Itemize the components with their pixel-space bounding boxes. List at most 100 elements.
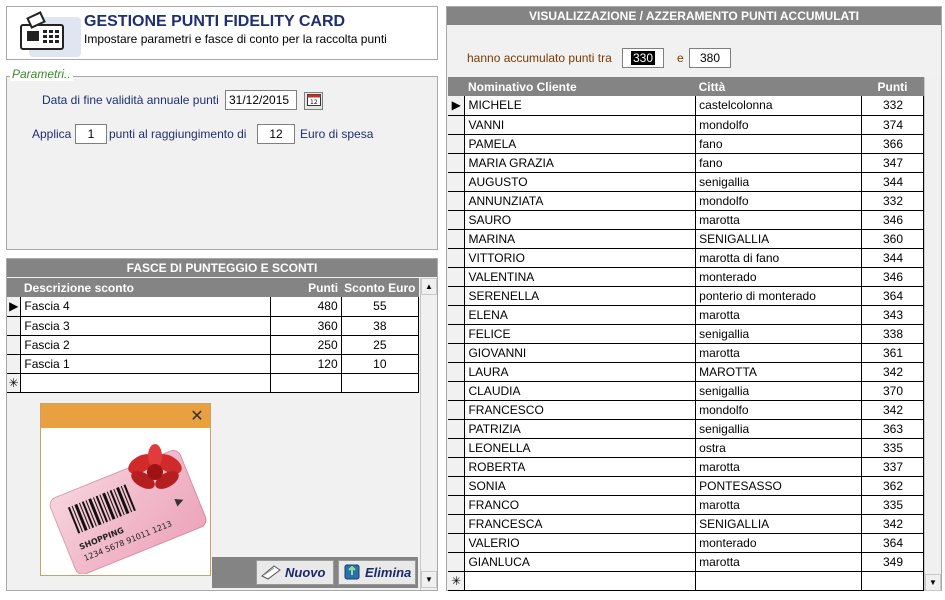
row-selector[interactable] xyxy=(448,324,466,344)
cliente-name-cell[interactable]: ROBERTA xyxy=(464,457,697,477)
table-row[interactable]: VALENTINA monterado 346 xyxy=(448,267,924,287)
cliente-citta-cell[interactable]: fano xyxy=(695,153,863,173)
cliente-punti-cell[interactable]: 332 xyxy=(861,191,924,211)
cliente-name-cell[interactable]: ANNUNZIATA xyxy=(464,191,697,211)
cliente-punti-cell[interactable]: 364 xyxy=(861,533,924,553)
cliente-punti-cell[interactable]: 363 xyxy=(861,419,924,439)
cliente-name-cell[interactable]: VANNI xyxy=(464,115,697,135)
new-desc-cell[interactable] xyxy=(20,373,271,393)
cliente-citta-cell[interactable]: PONTESASSO xyxy=(695,476,863,496)
cliente-punti-cell[interactable]: 362 xyxy=(861,476,924,496)
col-header-citta[interactable]: Città xyxy=(695,77,862,96)
cliente-name-cell[interactable]: MICHELE xyxy=(464,96,697,116)
range-from-field[interactable]: 330 xyxy=(622,48,664,68)
cliente-punti-cell[interactable]: 374 xyxy=(861,115,924,135)
col-header-punti[interactable]: Punti xyxy=(270,278,342,297)
cliente-punti-cell[interactable]: 337 xyxy=(861,457,924,477)
cliente-citta-cell[interactable]: marotta xyxy=(695,210,863,230)
row-selector[interactable] xyxy=(448,229,466,249)
fascia-punti-cell[interactable]: 360 xyxy=(270,316,342,336)
new-punti-cell[interactable] xyxy=(270,373,342,393)
cliente-punti-cell[interactable]: 343 xyxy=(861,305,924,325)
table-row[interactable]: SERENELLA ponterio di monterado 364 xyxy=(448,286,924,306)
table-row[interactable]: ▶ Fascia 4 480 55 xyxy=(7,297,420,317)
table-row[interactable]: PAMELA fano 366 xyxy=(448,134,924,154)
row-selector[interactable] xyxy=(448,115,466,135)
table-row[interactable]: LAURA MAROTTA 342 xyxy=(448,362,924,382)
table-row[interactable]: SONIA PONTESASSO 362 xyxy=(448,476,924,496)
row-selector[interactable] xyxy=(7,354,22,374)
elimina-button[interactable]: Elimina xyxy=(338,560,416,585)
cliente-citta-cell[interactable]: marotta di fano xyxy=(695,248,863,268)
cliente-citta-cell[interactable]: castelcolonna xyxy=(695,96,863,116)
row-selector[interactable] xyxy=(448,134,466,154)
cliente-citta-cell[interactable]: fano xyxy=(695,134,863,154)
close-icon[interactable]: ✕ xyxy=(187,406,207,426)
cliente-punti-cell[interactable]: 335 xyxy=(861,438,924,458)
cliente-punti-cell[interactable]: 366 xyxy=(861,134,924,154)
row-selector[interactable] xyxy=(448,400,466,420)
table-row[interactable]: FRANCESCA SENIGALLIA 342 xyxy=(448,514,924,534)
cliente-name-cell[interactable]: PAMELA xyxy=(464,134,697,154)
table-row[interactable]: Fascia 3 360 38 xyxy=(7,316,420,336)
table-row[interactable]: SAURO marotta 346 xyxy=(448,210,924,230)
fascia-desc-cell[interactable]: Fascia 2 xyxy=(20,335,271,355)
table-row[interactable]: ELENA marotta 343 xyxy=(448,305,924,325)
cliente-punti-cell[interactable]: 338 xyxy=(861,324,924,344)
row-selector[interactable] xyxy=(448,419,466,439)
new-citta-cell[interactable] xyxy=(695,571,863,591)
table-row[interactable]: FRANCO marotta 335 xyxy=(448,495,924,515)
cliente-citta-cell[interactable]: monterado xyxy=(695,267,863,287)
cliente-punti-cell[interactable]: 342 xyxy=(861,362,924,382)
table-row[interactable]: Fascia 1 120 10 xyxy=(7,354,420,374)
new-punti-cell[interactable] xyxy=(861,571,924,591)
row-selector[interactable] xyxy=(448,172,466,192)
cliente-citta-cell[interactable]: senigallia xyxy=(695,324,863,344)
cliente-citta-cell[interactable]: monterado xyxy=(695,533,863,553)
table-row[interactable]: MARIA GRAZIA fano 347 xyxy=(448,153,924,173)
cliente-citta-cell[interactable]: marotta xyxy=(695,495,863,515)
new-sconto-cell[interactable] xyxy=(341,373,420,393)
table-row[interactable]: Fascia 2 250 25 xyxy=(7,335,420,355)
cliente-name-cell[interactable]: SAURO xyxy=(464,210,697,230)
cliente-punti-cell[interactable]: 364 xyxy=(861,286,924,306)
table-row[interactable]: GIANLUCA marotta 349 xyxy=(448,552,924,572)
cliente-citta-cell[interactable]: MAROTTA xyxy=(695,362,863,382)
cliente-punti-cell[interactable]: 346 xyxy=(861,267,924,287)
cliente-name-cell[interactable]: CLAUDIA xyxy=(464,381,697,401)
table-row[interactable]: VITTORIO marotta di fano 344 xyxy=(448,248,924,268)
cliente-citta-cell[interactable]: mondolfo xyxy=(695,115,863,135)
calendar-button[interactable]: 12 xyxy=(304,92,323,110)
fascia-desc-cell[interactable]: Fascia 4 xyxy=(20,297,271,317)
cliente-name-cell[interactable]: GIANLUCA xyxy=(464,552,697,572)
row-selector[interactable] xyxy=(448,476,466,496)
row-selector[interactable] xyxy=(448,267,466,287)
cliente-punti-cell[interactable]: 360 xyxy=(861,229,924,249)
cliente-punti-cell[interactable]: 344 xyxy=(861,248,924,268)
row-selector[interactable] xyxy=(448,286,466,306)
cliente-punti-cell[interactable]: 335 xyxy=(861,495,924,515)
row-selector[interactable] xyxy=(7,335,22,355)
table-row[interactable]: ▶ MICHELE castelcolonna 332 xyxy=(448,96,924,116)
scroll-down-button[interactable]: ▼ xyxy=(925,574,941,591)
cliente-citta-cell[interactable]: senigallia xyxy=(695,172,863,192)
row-selector[interactable] xyxy=(448,457,466,477)
cliente-name-cell[interactable]: VITTORIO xyxy=(464,248,697,268)
cliente-name-cell[interactable]: MARIA GRAZIA xyxy=(464,153,697,173)
cliente-name-cell[interactable]: FRANCO xyxy=(464,495,697,515)
cliente-punti-cell[interactable]: 361 xyxy=(861,343,924,363)
row-selector[interactable] xyxy=(448,514,466,534)
cliente-citta-cell[interactable]: marotta xyxy=(695,552,863,572)
row-selector[interactable] xyxy=(448,438,466,458)
euro-spesa-field[interactable]: 12 xyxy=(257,124,295,144)
fascia-desc-cell[interactable]: Fascia 1 xyxy=(20,354,271,374)
cliente-punti-cell[interactable]: 370 xyxy=(861,381,924,401)
cliente-name-cell[interactable]: VALENTINA xyxy=(464,267,697,287)
date-field[interactable]: 31/12/2015 xyxy=(225,90,297,110)
cliente-name-cell[interactable]: VALERIO xyxy=(464,533,697,553)
fascia-punti-cell[interactable]: 120 xyxy=(270,354,342,374)
new-nome-cell[interactable] xyxy=(464,571,697,591)
cliente-name-cell[interactable]: SONIA xyxy=(464,476,697,496)
cliente-citta-cell[interactable]: marotta xyxy=(695,343,863,363)
cliente-punti-cell[interactable]: 344 xyxy=(861,172,924,192)
